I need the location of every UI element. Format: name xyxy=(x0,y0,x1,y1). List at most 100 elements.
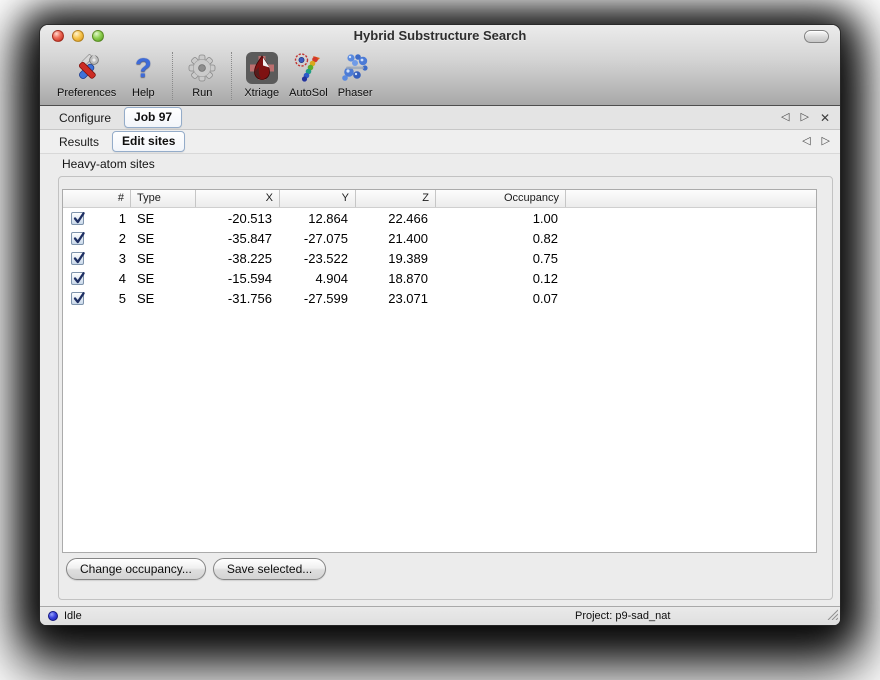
column-header-type[interactable]: Type xyxy=(131,190,196,207)
cell-occupancy: 1.00 xyxy=(436,211,566,226)
cell-x: -15.594 xyxy=(196,271,280,286)
cell-type: SE xyxy=(131,251,196,266)
column-header-occupancy[interactable]: Occupancy xyxy=(436,190,566,207)
cell-x: -20.513 xyxy=(196,211,280,226)
secondary-tab-bar: Results Edit sites ◁ ▷ xyxy=(40,130,840,154)
column-header-z[interactable]: Z xyxy=(356,190,436,207)
toolbar-item-run[interactable]: Run xyxy=(185,50,219,99)
status-bar: Idle Project: p9-sad_nat xyxy=(40,606,840,625)
cell-z: 21.400 xyxy=(356,231,436,246)
primary-tab-nav: ◁ ▷ ✕ xyxy=(781,112,830,124)
toolbar-item-xtriage[interactable]: Xtriage xyxy=(244,50,279,99)
zoom-window-button[interactable] xyxy=(92,30,104,42)
tab-edit-sites[interactable]: Edit sites xyxy=(112,131,185,152)
cell-y: 12.864 xyxy=(280,211,356,226)
row-checkbox-checked[interactable] xyxy=(71,272,84,285)
toolbar-item-help[interactable]: ? Help xyxy=(126,50,160,99)
tab-results[interactable]: Results xyxy=(59,135,99,149)
traffic-lights xyxy=(52,30,104,42)
toolbar-item-preferences[interactable]: Preferences xyxy=(57,50,116,99)
xtriage-icon xyxy=(245,50,279,86)
phaser-icon xyxy=(338,50,372,86)
run-gear-icon xyxy=(185,50,219,86)
save-selected-button[interactable]: Save selected... xyxy=(213,558,326,580)
cell-num: 1 xyxy=(119,211,126,226)
cell-occupancy: 0.07 xyxy=(436,291,566,306)
toolbar-toggle-button[interactable] xyxy=(804,30,829,43)
app-window: Hybrid Substructure Search Preferences xyxy=(40,25,840,625)
toolbar-label: Preferences xyxy=(57,87,116,99)
change-occupancy-button[interactable]: Change occupancy... xyxy=(66,558,206,580)
status-text: Idle xyxy=(64,610,82,622)
tab-forward-icon[interactable]: ▷ xyxy=(800,112,808,123)
toolbar-label: Run xyxy=(192,87,212,99)
close-window-button[interactable] xyxy=(52,30,64,42)
toolbar-label: Xtriage xyxy=(244,87,279,99)
row-checkbox-checked[interactable] xyxy=(71,252,84,265)
toolbar: Preferences ? Help xyxy=(40,47,840,105)
heavy-atom-sites-groupbox: # Type X Y Z Occupancy 1 SE - xyxy=(58,176,833,600)
secondary-tab-nav: ◁ ▷ xyxy=(802,136,830,147)
tab-forward-icon[interactable]: ▷ xyxy=(822,136,830,147)
tab-job-97[interactable]: Job 97 xyxy=(124,107,182,128)
cell-num: 2 xyxy=(119,231,126,246)
table-header: # Type X Y Z Occupancy xyxy=(63,190,816,208)
toolbar-separator xyxy=(172,52,173,100)
cell-y: 4.904 xyxy=(280,271,356,286)
window-chrome: Hybrid Substructure Search Preferences xyxy=(40,25,840,106)
row-checkbox-checked[interactable] xyxy=(71,212,84,225)
column-header-num[interactable]: # xyxy=(63,190,131,207)
preferences-icon xyxy=(70,50,104,86)
column-header-x[interactable]: X xyxy=(196,190,280,207)
tab-configure[interactable]: Configure xyxy=(59,111,111,125)
cell-z: 18.870 xyxy=(356,271,436,286)
content-panel: Heavy-atom sites # Type X Y Z Occupancy xyxy=(40,154,840,606)
help-icon: ? xyxy=(126,50,160,86)
tab-back-icon[interactable]: ◁ xyxy=(781,112,789,123)
toolbar-label: AutoSol xyxy=(289,87,328,99)
cell-occupancy: 0.12 xyxy=(436,271,566,286)
cell-z: 19.389 xyxy=(356,251,436,266)
row-checkbox-checked[interactable] xyxy=(71,292,84,305)
column-header-y[interactable]: Y xyxy=(280,190,356,207)
cell-x: -31.756 xyxy=(196,291,280,306)
cell-num: 4 xyxy=(119,271,126,286)
row-checkbox-checked[interactable] xyxy=(71,232,84,245)
cell-y: -23.522 xyxy=(280,251,356,266)
table-row[interactable]: 1 SE -20.513 12.864 22.466 1.00 xyxy=(63,208,816,228)
table-row[interactable]: 4 SE -15.594 4.904 18.870 0.12 xyxy=(63,268,816,288)
cell-y: -27.599 xyxy=(280,291,356,306)
column-header-filler xyxy=(566,190,816,207)
action-buttons: Change occupancy... Save selected... xyxy=(66,558,333,580)
status-led-icon xyxy=(48,611,58,621)
cell-x: -38.225 xyxy=(196,251,280,266)
toolbar-item-phaser[interactable]: Phaser xyxy=(338,50,373,99)
cell-x: -35.847 xyxy=(196,231,280,246)
table-row[interactable]: 2 SE -35.847 -27.075 21.400 0.82 xyxy=(63,228,816,248)
group-label: Heavy-atom sites xyxy=(62,157,155,171)
resize-grip[interactable] xyxy=(825,607,838,623)
title-bar[interactable]: Hybrid Substructure Search xyxy=(40,25,840,47)
autosol-icon xyxy=(291,50,325,86)
cell-type: SE xyxy=(131,291,196,306)
table-row[interactable]: 3 SE -38.225 -23.522 19.389 0.75 xyxy=(63,248,816,268)
cell-y: -27.075 xyxy=(280,231,356,246)
toolbar-item-autosol[interactable]: AutoSol xyxy=(289,50,328,99)
cell-occupancy: 0.75 xyxy=(436,251,566,266)
primary-tab-bar: Configure Job 97 ◁ ▷ ✕ xyxy=(40,106,840,130)
cell-num: 3 xyxy=(119,251,126,266)
window-title: Hybrid Substructure Search xyxy=(40,25,840,47)
table-body: 1 SE -20.513 12.864 22.466 1.00 2 SE xyxy=(63,208,816,308)
minimize-window-button[interactable] xyxy=(72,30,84,42)
cell-num: 5 xyxy=(119,291,126,306)
toolbar-label: Phaser xyxy=(338,87,373,99)
toolbar-label: Help xyxy=(132,87,155,99)
cell-type: SE xyxy=(131,211,196,226)
cell-z: 23.071 xyxy=(356,291,436,306)
tab-back-icon[interactable]: ◁ xyxy=(802,136,810,147)
table-row[interactable]: 5 SE -31.756 -27.599 23.071 0.07 xyxy=(63,288,816,308)
toolbar-separator xyxy=(231,52,232,100)
tab-close-icon[interactable]: ✕ xyxy=(820,112,830,124)
sites-table: # Type X Y Z Occupancy 1 SE - xyxy=(62,189,817,553)
project-label: Project: p9-sad_nat xyxy=(575,610,670,622)
